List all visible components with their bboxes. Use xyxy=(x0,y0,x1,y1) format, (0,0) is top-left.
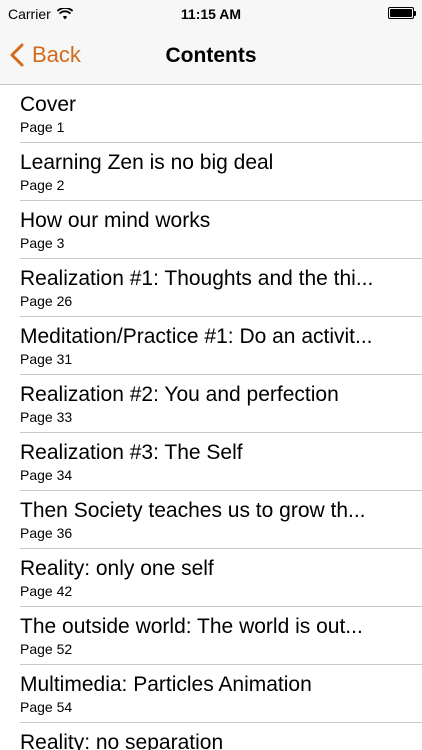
list-item[interactable]: Meditation/Practice #1: Do an activit...… xyxy=(0,317,422,375)
list-item[interactable]: Then Society teaches us to grow th... Pa… xyxy=(0,491,422,549)
item-page: Page 34 xyxy=(20,467,73,483)
item-title: Realization #2: You and perfection xyxy=(20,383,339,406)
contents-list: Cover Page 1 Learning Zen is no big deal… xyxy=(0,85,422,750)
list-item[interactable]: Reality: no separation xyxy=(0,723,422,750)
navigation-bar: Back Contents xyxy=(0,30,422,85)
list-item[interactable]: Realization #3: The Self Page 34 xyxy=(0,433,422,491)
item-page: Page 1 xyxy=(20,119,65,135)
item-page: Page 54 xyxy=(20,699,73,715)
item-title: Realization #1: Thoughts and the thi... xyxy=(20,267,374,290)
list-item[interactable]: Cover Page 1 xyxy=(0,85,422,143)
item-page: Page 42 xyxy=(20,583,73,599)
list-item[interactable]: Reality: only one self Page 42 xyxy=(0,549,422,607)
item-page: Page 3 xyxy=(20,235,65,251)
battery-icon xyxy=(388,7,416,19)
item-title: Then Society teaches us to grow th... xyxy=(20,499,366,522)
item-title: Meditation/Practice #1: Do an activit... xyxy=(20,325,373,348)
list-item[interactable]: Realization #1: Thoughts and the thi... … xyxy=(0,259,422,317)
item-title: Learning Zen is no big deal xyxy=(20,151,274,174)
item-title: Reality: no separation xyxy=(20,731,224,750)
list-item[interactable]: Learning Zen is no big deal Page 2 xyxy=(0,143,422,201)
item-title: Multimedia: Particles Animation xyxy=(20,673,312,696)
status-bar: Carrier 11:15 AM xyxy=(0,0,422,30)
item-page: Page 2 xyxy=(20,177,65,193)
item-title: The outside world: The world is out... xyxy=(20,615,363,638)
list-item[interactable]: The outside world: The world is out... P… xyxy=(0,607,422,665)
item-title: Realization #3: The Self xyxy=(20,441,243,464)
item-page: Page 31 xyxy=(20,351,73,367)
list-item[interactable]: Realization #2: You and perfection Page … xyxy=(0,375,422,433)
item-title: How our mind works xyxy=(20,209,211,232)
item-page: Page 52 xyxy=(20,641,73,657)
status-time: 11:15 AM xyxy=(180,6,242,22)
item-page: Page 36 xyxy=(20,525,73,541)
page-title: Contents xyxy=(165,44,257,67)
item-title: Reality: only one self xyxy=(20,557,214,580)
list-item[interactable]: Multimedia: Particles Animation Page 54 xyxy=(0,665,422,723)
list-item[interactable]: How our mind works Page 3 xyxy=(0,201,422,259)
item-title: Cover xyxy=(20,93,77,116)
item-page: Page 26 xyxy=(20,293,73,309)
item-page: Page 33 xyxy=(20,409,73,425)
